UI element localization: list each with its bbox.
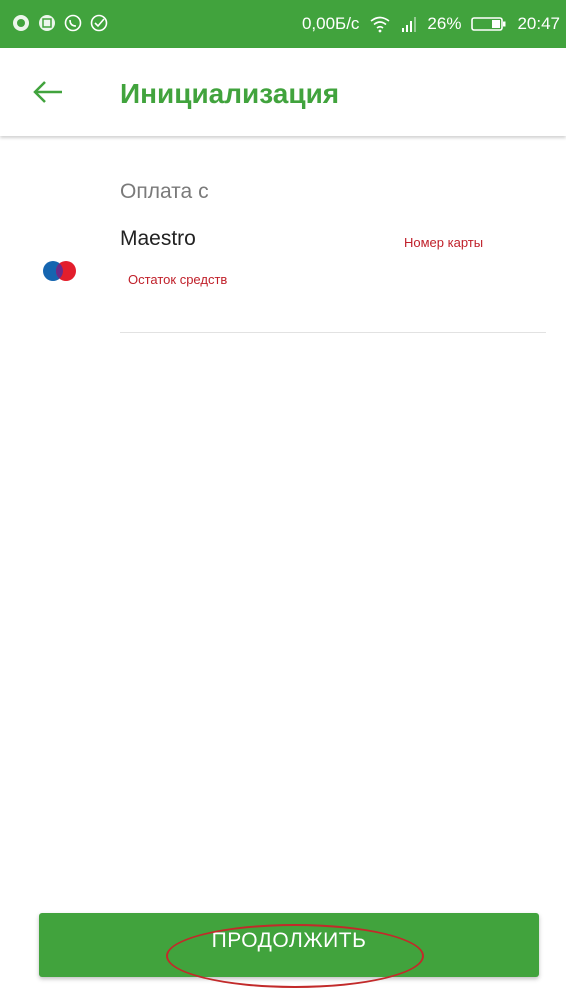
wifi-icon — [370, 16, 390, 33]
signal-icon — [402, 17, 417, 32]
whatsapp-icon — [64, 14, 82, 32]
continue-button[interactable]: ПРОДОЛЖИТЬ — [39, 913, 539, 977]
battery-icon — [471, 17, 506, 31]
app-dot-icon — [13, 15, 29, 31]
arrow-left-icon[interactable] — [30, 76, 66, 108]
page-title: Инициализация — [120, 78, 340, 109]
card-number-label: Номер карты — [404, 235, 484, 250]
card-name: Maestro — [120, 227, 196, 250]
payment-card-selector[interactable] — [0, 170, 566, 330]
clock: 20:47 — [517, 14, 560, 33]
network-speed: 0,00Б/с — [301, 14, 360, 33]
pay-from-label: Оплата с — [120, 180, 209, 203]
status-bar: 0,00Б/с 26% 20:47 — [0, 0, 566, 48]
sberbank-icon — [90, 14, 108, 32]
divider — [120, 332, 546, 333]
battery-percent: 26% — [427, 14, 462, 33]
app-bar: Инициализация — [0, 48, 566, 136]
gallery-icon — [39, 15, 55, 31]
maestro-logo-icon — [43, 261, 76, 281]
card-balance-label: Остаток средств — [128, 272, 228, 287]
